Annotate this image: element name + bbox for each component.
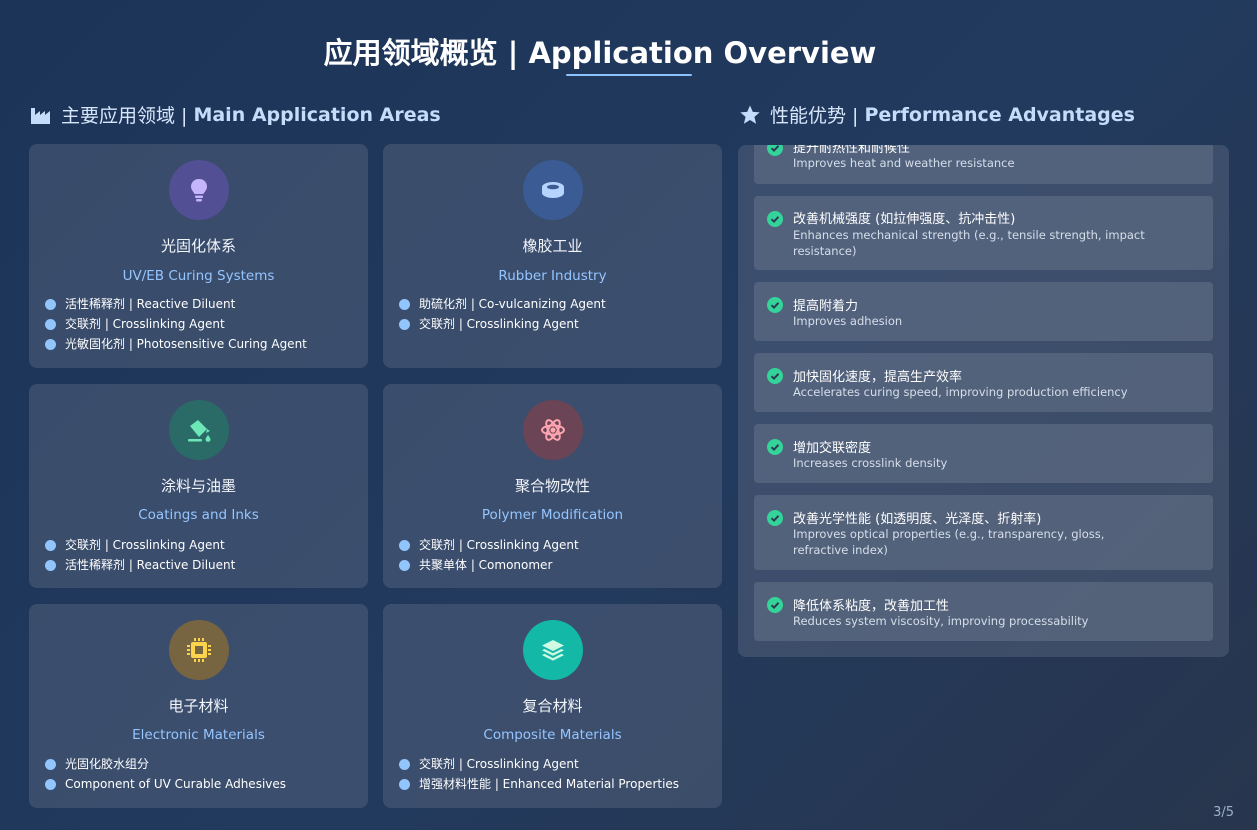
list-item: 活性稀释剂 | Reactive Diluent (45, 294, 307, 314)
bullet-dot (399, 559, 410, 571)
advantage-item: 降低体系粘度，改善加工性 Reduces system viscosity, i… (754, 582, 1213, 641)
heading-en: Performance Advantages (864, 103, 1135, 126)
paint-bucket-icon (188, 420, 211, 442)
main-application-areas-heading: 主要应用领域 | Main Application Areas (30, 101, 441, 128)
bullet-dot (45, 298, 56, 310)
advantage-item: 改善机械强度 (如拉伸强度、抗冲击性) Enhances mechanical … (754, 196, 1213, 270)
card-title-zh: 涂料与油墨 (160, 477, 236, 495)
industry-icon (31, 107, 50, 124)
icon-badge (523, 620, 583, 680)
icon-badge (169, 160, 229, 220)
list-item: 助硫化剂 | Co-vulcanizing Agent (399, 294, 606, 314)
check-circle-icon (767, 145, 783, 156)
card-items: 光固化胶水组分 Component of UV Curable Adhesive… (45, 754, 286, 794)
check-circle-icon (767, 297, 783, 313)
bullet-dot (45, 318, 56, 330)
atom-icon (541, 419, 565, 441)
icon-badge (169, 400, 229, 460)
card-electronic-materials: 电子材料 Electronic Materials 光固化胶水组分 Compon… (29, 604, 368, 808)
card-title-en: Rubber Industry (498, 268, 607, 284)
list-item: 增强材料性能 | Enhanced Material Properties (399, 774, 679, 794)
card-items: 活性稀释剂 | Reactive Diluent 交联剂 | Crosslink… (45, 294, 307, 354)
check-circle-icon (767, 439, 783, 455)
bullet-dot (45, 338, 56, 350)
card-uv-eb-curing: 光固化体系 UV/EB Curing Systems 活性稀释剂 | React… (29, 144, 368, 368)
check-circle-icon (767, 368, 783, 384)
icon-badge (523, 400, 583, 460)
page-number: 3/5 (1213, 805, 1234, 820)
bullet-dot (399, 318, 410, 330)
bullet-dot (399, 778, 410, 790)
list-item: 交联剂 | Crosslinking Agent (399, 535, 579, 555)
card-items: 交联剂 | Crosslinking Agent 共聚单体 | Comonome… (399, 535, 579, 575)
bullet-dot (45, 559, 56, 571)
list-item: 活性稀释剂 | Reactive Diluent (45, 555, 235, 575)
ring-icon (542, 182, 564, 198)
advantage-item: 提升耐热性和耐候性 Improves heat and weather resi… (754, 145, 1213, 184)
check-circle-icon (767, 211, 783, 227)
list-item: 光敏固化剂 | Photosensitive Curing Agent (45, 334, 307, 354)
microchip-icon (187, 638, 211, 662)
bullet-dot (399, 758, 410, 770)
page-title: 应用领域概览 | Application Overview (323, 36, 877, 70)
bullet-dot (45, 539, 56, 551)
list-item: 光固化胶水组分 (45, 754, 286, 774)
card-title-en: UV/EB Curing Systems (122, 268, 275, 284)
card-title-zh: 电子材料 (168, 697, 229, 715)
advantage-item: 提高附着力 Improves adhesion (754, 282, 1213, 341)
bullet-dot (45, 778, 56, 790)
advantage-item: 改善光学性能 (如透明度、光泽度、折射率) Improves optical p… (754, 495, 1213, 570)
card-items: 交联剂 | Crosslinking Agent 增强材料性能 | Enhanc… (399, 754, 679, 794)
performance-advantages-heading: 性能优势 | Performance Advantages (739, 101, 1135, 128)
list-item: 交联剂 | Crosslinking Agent (45, 535, 235, 555)
card-title-zh: 光固化体系 (160, 237, 236, 255)
list-item: Component of UV Curable Adhesives (45, 774, 286, 794)
card-items: 助硫化剂 | Co-vulcanizing Agent 交联剂 | Crossl… (399, 294, 606, 334)
card-coatings-inks: 涂料与油墨 Coatings and Inks 交联剂 | Crosslinki… (29, 384, 368, 588)
advantages-panel: 提升耐热性和耐候性 Improves heat and weather resi… (738, 145, 1229, 657)
title-underline (566, 74, 692, 76)
list-item: 交联剂 | Crosslinking Agent (399, 314, 606, 334)
check-circle-icon (767, 597, 783, 613)
list-item: 共聚单体 | Comonomer (399, 555, 579, 575)
heading-zh: 性能优势 | (770, 105, 859, 127)
bullet-dot (399, 539, 410, 551)
star-icon (740, 105, 760, 124)
card-title-en: Coatings and Inks (138, 507, 259, 523)
lightbulb-icon (191, 179, 207, 202)
list-item: 交联剂 | Crosslinking Agent (399, 754, 679, 774)
layers-icon (542, 640, 564, 661)
heading-zh: 主要应用领域 | (61, 105, 188, 127)
card-title-en: Polymer Modification (481, 507, 624, 523)
card-items: 交联剂 | Crosslinking Agent 活性稀释剂 | Reactiv… (45, 535, 235, 575)
bullet-dot (45, 758, 56, 770)
card-composite-materials: 复合材料 Composite Materials 交联剂 | Crosslink… (383, 604, 722, 808)
card-title-zh: 聚合物改性 (514, 477, 590, 495)
advantage-item: 增加交联密度 Increases crosslink density (754, 424, 1213, 483)
heading-en: Main Application Areas (193, 103, 441, 126)
bullet-dot (399, 298, 410, 310)
advantage-item: 加快固化速度，提高生产效率 Accelerates curing speed, … (754, 353, 1213, 412)
icon-badge (169, 620, 229, 680)
card-title-en: Composite Materials (483, 727, 622, 743)
card-rubber-industry: 橡胶工业 Rubber Industry 助硫化剂 | Co-vulcanizi… (383, 144, 722, 368)
check-circle-icon (767, 510, 783, 526)
list-item: 交联剂 | Crosslinking Agent (45, 314, 307, 334)
icon-badge (523, 160, 583, 220)
card-title-en: Electronic Materials (132, 727, 265, 743)
card-title-zh: 橡胶工业 (522, 237, 583, 255)
card-title-zh: 复合材料 (522, 697, 583, 715)
card-polymer-modification: 聚合物改性 Polymer Modification 交联剂 | Crossli… (383, 384, 722, 588)
